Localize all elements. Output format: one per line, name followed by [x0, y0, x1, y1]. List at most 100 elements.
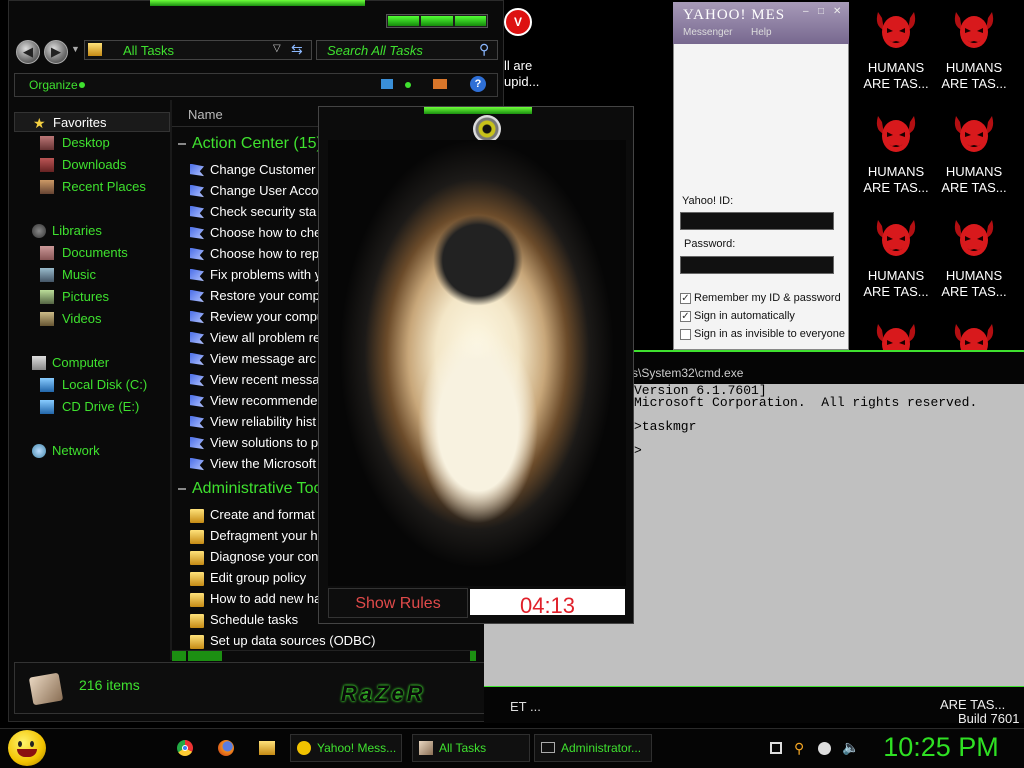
task-item[interactable]: View message arc	[190, 349, 316, 369]
task-item[interactable]: Schedule tasks	[190, 610, 298, 630]
nav-pictures[interactable]: Pictures	[14, 287, 170, 307]
remember-label[interactable]: Remember my ID & password	[694, 292, 841, 304]
search-icon[interactable]: ⚲	[479, 41, 489, 58]
nav-documents[interactable]: Documents	[14, 243, 170, 263]
firefox-icon[interactable]	[218, 740, 234, 756]
preview-dot-icon[interactable]	[405, 82, 411, 88]
refresh-icon[interactable]: ⇆	[291, 41, 303, 58]
maximize-button[interactable]	[421, 16, 453, 26]
task-item[interactable]: Create and format	[190, 505, 315, 525]
history-dropdown-icon[interactable]: ▼	[71, 44, 80, 54]
task-item[interactable]: Change Customer	[190, 160, 316, 180]
yahoo-menu-messenger[interactable]: Messenger	[683, 27, 732, 38]
invisible-checkbox[interactable]	[680, 329, 691, 340]
taskbar-all-tasks[interactable]: All Tasks	[412, 734, 530, 762]
documents-icon	[40, 246, 54, 260]
nav-desktop[interactable]: Desktop	[14, 133, 170, 153]
scroll-thumb[interactable]	[188, 651, 222, 661]
desktop-icon[interactable]: HUMANSARE TAS...	[936, 216, 1012, 300]
group-header[interactable]: Action Center (15)	[178, 135, 322, 153]
nav-favorites[interactable]: ★ Favorites	[14, 112, 170, 132]
chevron-down-icon[interactable]: ▽	[273, 43, 281, 54]
minimize-icon[interactable]: –	[803, 6, 809, 17]
task-item[interactable]: View solutions to p	[190, 433, 318, 453]
task-item[interactable]: Diagnose your con	[190, 547, 318, 567]
taskbar-yahoo[interactable]: Yahoo! Mess...	[290, 734, 402, 762]
address-bar[interactable]: All Tasks ▽ ⇆	[84, 40, 312, 60]
nav-recent-places[interactable]: Recent Places	[14, 177, 170, 197]
chrome-icon[interactable]	[177, 740, 193, 756]
search-tray-icon[interactable]: ⚲	[794, 740, 804, 757]
task-item[interactable]: Set up data sources (ODBC)	[190, 631, 375, 651]
nav-downloads[interactable]: Downloads	[14, 155, 170, 175]
column-name-header[interactable]: Name	[188, 107, 223, 122]
desktop-icon[interactable]: HUMANSARE TAS...	[936, 112, 1012, 196]
minimize-button[interactable]	[388, 16, 420, 26]
flag-icon	[190, 352, 204, 366]
flag-icon	[190, 415, 204, 429]
auto-signin-checkbox[interactable]: ✓	[680, 311, 691, 322]
yahoo-menu-help[interactable]: Help	[751, 27, 772, 38]
flag-icon	[190, 268, 204, 282]
task-item[interactable]: Restore your comp	[190, 286, 320, 306]
desktop-icon[interactable]: HUMANSARE TAS...	[858, 8, 934, 92]
action-center-icon[interactable]	[770, 742, 782, 754]
help-icon[interactable]: ?	[470, 76, 486, 92]
task-item[interactable]: Review your compu	[190, 307, 324, 327]
search-box[interactable]: Search All Tasks ⚲	[316, 40, 498, 60]
yahoo-id-input[interactable]	[680, 212, 834, 230]
task-item[interactable]: View recent messa	[190, 370, 320, 390]
nav-libraries[interactable]: Libraries	[14, 221, 170, 241]
nav-computer[interactable]: Computer	[14, 353, 170, 373]
pane-icon[interactable]	[433, 79, 447, 89]
start-button[interactable]	[8, 730, 46, 766]
close-button[interactable]	[454, 16, 486, 26]
maximize-icon[interactable]: □	[818, 6, 824, 17]
nav-cd-drive[interactable]: CD Drive (E:)	[14, 397, 170, 417]
nav-splitter[interactable]	[170, 100, 172, 660]
task-item[interactable]: Choose how to rep	[190, 244, 319, 264]
desktop-icon-label-1: HUMANS	[945, 268, 1003, 283]
task-item[interactable]: How to add new ha	[190, 589, 321, 609]
clock[interactable]: 10:25 PM	[866, 732, 1016, 764]
auto-signin-label[interactable]: Sign in automatically	[694, 310, 795, 322]
task-item-label: Change Customer	[210, 162, 316, 177]
task-item[interactable]: View recommende	[190, 391, 317, 411]
smiley-tray-icon[interactable]	[818, 742, 831, 755]
password-input[interactable]	[680, 256, 834, 274]
view-icon[interactable]	[381, 79, 393, 89]
nav-network[interactable]: Network	[14, 441, 170, 461]
desktop-icon[interactable]: HUMANSARE TAS...	[858, 112, 934, 196]
desktop-icon[interactable]: HUMANSARE TAS...	[936, 8, 1012, 92]
group-header[interactable]: Administrative Too	[178, 480, 322, 498]
forward-button[interactable]: ▶	[44, 40, 68, 64]
back-button[interactable]: ◀	[16, 40, 40, 64]
task-item[interactable]: View the Microsoft	[190, 454, 316, 474]
taskbar-cmd[interactable]: Administrator...	[534, 734, 652, 762]
desktop-partial-icon[interactable]: V	[504, 8, 538, 48]
task-item[interactable]: Edit group policy	[190, 568, 306, 588]
volume-icon[interactable]: 🔈	[842, 739, 859, 756]
scroll-left-button[interactable]	[172, 651, 186, 661]
scroll-right-button[interactable]	[470, 651, 476, 661]
desktop-icon[interactable]: HUMANSARE TAS...	[858, 216, 934, 300]
task-item[interactable]: Defragment your ha	[190, 526, 325, 546]
search-input[interactable]: Search All Tasks	[327, 43, 423, 58]
organize-button[interactable]: Organize	[29, 78, 78, 92]
remember-checkbox[interactable]: ✓	[680, 293, 691, 304]
task-item[interactable]: Choose how to che	[190, 223, 321, 243]
task-item[interactable]: Change User Acco	[190, 181, 318, 201]
task-item[interactable]: View all problem re	[190, 328, 320, 348]
show-rules-button[interactable]: Show Rules	[328, 588, 468, 618]
task-item[interactable]: View reliability hist	[190, 412, 316, 432]
task-item[interactable]: Fix problems with y	[190, 265, 321, 285]
task-item[interactable]: Check security sta	[190, 202, 316, 222]
invisible-label[interactable]: Sign in as invisible to everyone	[694, 328, 845, 340]
cmd-bottom-bar: ET ... ARE TAS... Build 7601	[484, 686, 1024, 726]
folder-taskbar-icon[interactable]	[259, 741, 275, 755]
nav-local-disk[interactable]: Local Disk (C:)	[14, 375, 170, 395]
nav-music[interactable]: Music	[14, 265, 170, 285]
horizontal-scrollbar[interactable]	[172, 650, 476, 661]
close-icon[interactable]: ✕	[833, 6, 841, 17]
nav-videos[interactable]: Videos	[14, 309, 170, 329]
